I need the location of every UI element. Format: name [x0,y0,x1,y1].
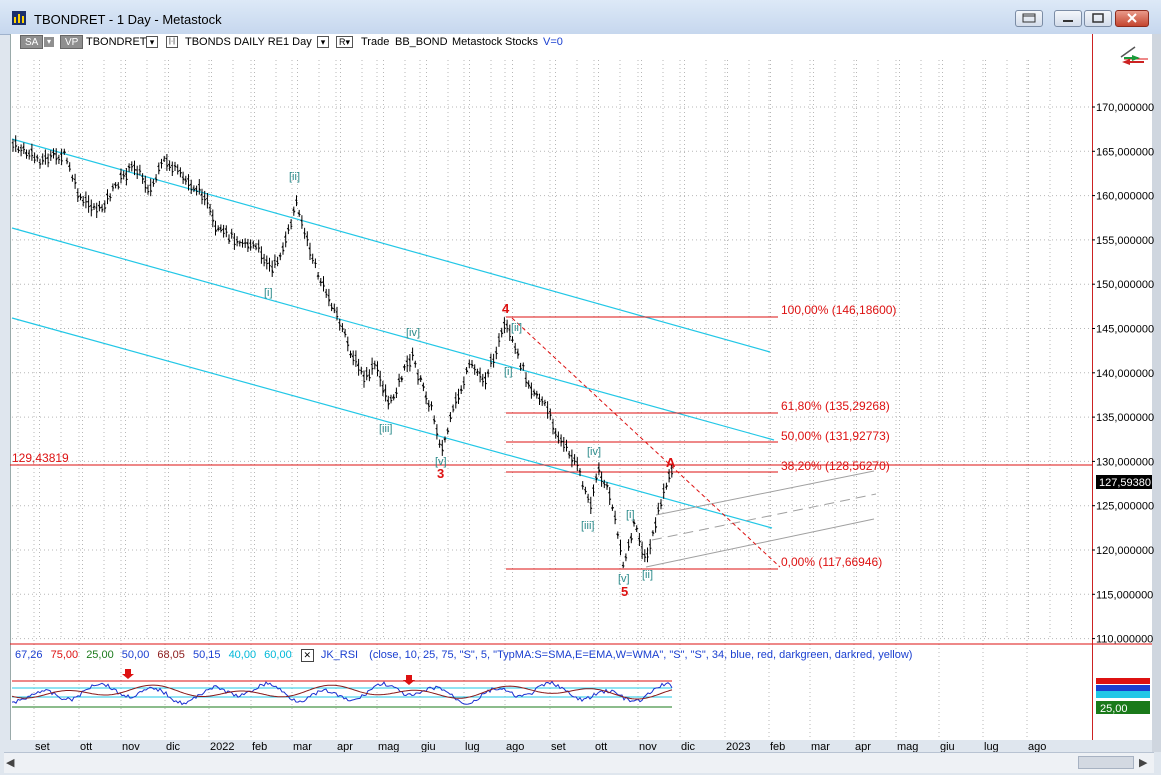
time-axis-label: ago [506,741,524,752]
indicator-header: 67,26 75,00 25,00 50,00 68,05 50,15 40,0… [15,649,912,662]
time-axis-label: apr [337,741,353,752]
maximize-button[interactable] [1084,10,1112,27]
scroll-right-icon[interactable]: ▶ [1139,756,1147,769]
time-axis-label: feb [252,741,267,752]
window-title: TBONDRET - 1 Day - Metastock [34,12,222,27]
period-dropdown-icon[interactable]: ▾ [317,36,329,48]
price-axis-panel[interactable] [1092,34,1153,740]
time-axis-label: ott [80,741,92,752]
time-axis-label: mag [378,741,399,752]
time-axis-label: nov [122,741,140,752]
vp-button[interactable]: VP [60,35,84,49]
r-dropdown-button[interactable]: R▾ [336,36,353,48]
symbol-dropdown-icon[interactable]: ▾ [146,36,158,48]
time-axis-label: dic [166,741,181,752]
metastock-app-icon [12,11,26,25]
sa-button[interactable]: SA [20,35,44,49]
rsi-value-8: 60,00 [264,649,292,661]
rsi-value-2: 75,00 [50,649,79,661]
scroll-thumb[interactable] [1078,756,1134,769]
window-layout-icon [1022,13,1036,23]
time-axis-label: mag [897,741,918,752]
minimize-icon [1063,20,1073,22]
close-icon [1127,13,1137,23]
minimize-button[interactable] [1054,10,1082,27]
v-label: V=0 [543,36,563,48]
time-axis-label: mar [811,741,830,752]
chart-toolbar: SA ▾ VP TBONDRET ▾ |·| TBONDS DAILY RE 1… [12,34,1092,51]
stocks-label: Stocks [505,36,539,48]
time-axis-label: lug [465,741,480,752]
indicator-params: (close, 10, 25, 75, "S", 5, "TypMA:S=SMA… [369,649,913,661]
maximize-icon [1092,13,1104,23]
time-axis-label: ott [595,741,607,752]
scroll-left-icon[interactable]: ◀ [6,756,14,769]
time-axis-label: dic [681,741,696,752]
time-axis-label: apr [855,741,871,752]
horizontal-scrollbar[interactable]: ◀ ▶ [4,752,1154,773]
time-axis-label: feb [770,741,785,752]
time-axis-label: mar [293,741,312,752]
time-axis-label: ago [1028,741,1046,752]
side-strip [1152,34,1161,752]
time-axis-label: 2023 [726,741,750,752]
indicator-name[interactable]: JK_RSI [321,649,358,661]
rsi-value-4: 50,00 [121,649,150,661]
time-axis-label: 2022 [210,741,234,752]
indicator-close-icon[interactable]: ✕ [300,649,314,662]
chart-area[interactable] [10,34,1093,740]
time-axis-label: giu [940,741,955,752]
bb-bond-label: BB_BOND [395,36,448,48]
security-name: TBONDS DAILY RE [185,36,284,48]
symbol-label[interactable]: TBONDRET [86,35,147,50]
security-info-icon[interactable]: |·| [166,36,178,48]
close-button[interactable] [1115,10,1149,27]
rsi-value-3: 25,00 [86,649,114,661]
rsi-value-1: 67,26 [15,649,43,661]
metastock-label: Metastock [452,36,503,48]
window-titlebar: TBONDRET - 1 Day - Metastock [0,0,1161,35]
time-axis-label: set [35,741,50,752]
time-axis-label: set [551,741,566,752]
rsi-value-6: 50,15 [192,649,221,661]
period-label[interactable]: 1 Day [283,35,312,50]
rsi-value-5: 68,05 [157,649,185,661]
time-axis-label: lug [984,741,999,752]
sa-dropdown-icon[interactable]: ▾ [44,37,54,47]
rsi-value-7: 40,00 [228,649,257,661]
time-axis-label: giu [421,741,436,752]
time-axis-label: nov [639,741,657,752]
trade-label[interactable]: Trade [361,35,389,50]
time-axis-labels: set ott nov dic 2022 feb mar apr mag giu lug ago set… [35,741,1046,752]
restore-layout-button[interactable] [1015,10,1043,27]
